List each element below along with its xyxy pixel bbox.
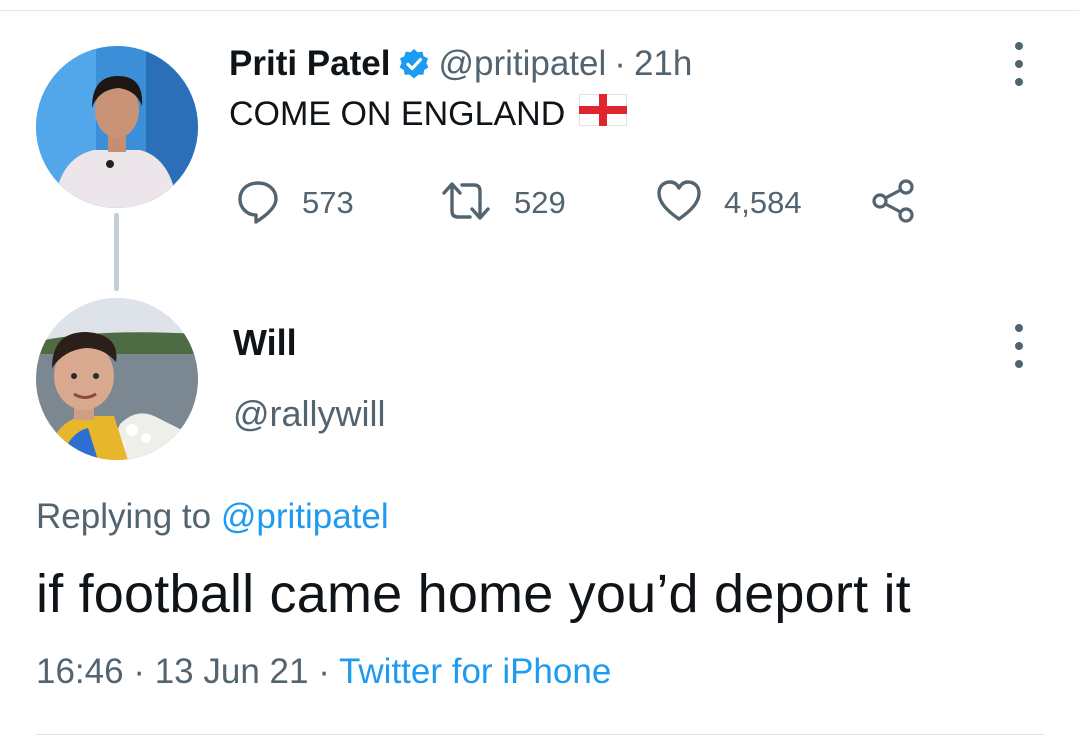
bottom-divider (36, 734, 1044, 735)
meta-separator: · (133, 652, 145, 691)
tweet-text: COME ON ENGLAND (229, 94, 628, 135)
meta-separator-2: · (318, 652, 330, 691)
top-divider (0, 10, 1079, 11)
replying-to-line: Replying to @pritipatel (36, 497, 389, 537)
replying-to-mention[interactable]: @pritipatel (221, 497, 389, 536)
retweet-button[interactable]: 529 (438, 178, 566, 228)
retweet-count: 529 (514, 185, 566, 220)
avatar-priti-patel[interactable] (36, 46, 198, 208)
like-button[interactable]: 4,584 (654, 178, 802, 228)
tweet-time-ago[interactable]: 21h (634, 44, 692, 84)
reply-author-handle[interactable]: @rallywill (233, 393, 386, 435)
tweet-date[interactable]: 13 Jun 21 (155, 652, 309, 691)
share-button[interactable] (868, 178, 918, 228)
verified-badge-icon (398, 48, 430, 80)
tweet-time[interactable]: 16:46 (36, 652, 124, 691)
reply-tweet-text: if football came home you’d deport it (36, 564, 911, 624)
reply-button[interactable]: 573 (234, 178, 354, 228)
avatar-photo-priti (36, 46, 198, 208)
tweet-metadata: 16:46 · 13 Jun 21 · Twitter for iPhone (36, 652, 611, 692)
reply-author-name[interactable]: Will (233, 322, 297, 364)
thread-connector-line (114, 213, 119, 291)
speech-bubble-icon (234, 177, 282, 230)
author-handle[interactable]: @pritipatel (438, 44, 606, 84)
avatar-will[interactable] (36, 298, 198, 460)
replying-to-label: Replying to (36, 497, 212, 536)
tweet-source[interactable]: Twitter for iPhone (339, 652, 611, 691)
tweet-text-content: COME ON ENGLAND (229, 95, 566, 133)
england-flag-icon (579, 94, 628, 135)
retweet-arrows-icon (438, 177, 494, 230)
header-separator: · (614, 44, 626, 83)
heart-icon (654, 177, 704, 230)
reply-count: 573 (302, 185, 354, 220)
share-nodes-icon (868, 177, 918, 230)
like-count: 4,584 (724, 185, 802, 220)
reply-more-options-icon[interactable] (999, 324, 1039, 368)
more-options-icon[interactable] (999, 42, 1039, 86)
tweet-header: Priti Patel @pritipatel · 21h (229, 40, 692, 88)
author-name[interactable]: Priti Patel (229, 44, 390, 84)
avatar-photo-will (36, 298, 198, 460)
